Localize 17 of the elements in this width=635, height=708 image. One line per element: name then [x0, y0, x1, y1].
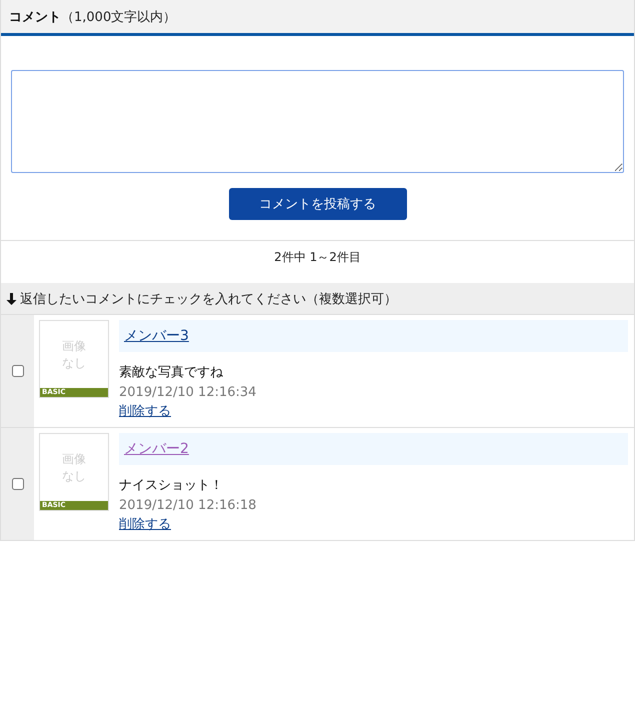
comment-text: 素敵な写真ですね — [119, 364, 224, 382]
member-link[interactable]: メンバー2 — [124, 440, 189, 458]
section-title: コメント — [9, 8, 61, 26]
post-comment-button[interactable]: コメントを投稿する — [228, 188, 406, 220]
reply-checkbox[interactable] — [12, 478, 24, 490]
reply-instruction: 返信したいコメントにチェックを入れてください（複数選択可） — [20, 290, 397, 308]
comment-input-field[interactable] — [11, 70, 624, 173]
down-arrow-icon — [6, 292, 17, 304]
character-limit-note: （1,000文字以内） — [61, 8, 176, 26]
comment-date: 2019/12/10 12:16:18 — [119, 497, 258, 515]
reply-checkbox[interactable] — [12, 365, 24, 377]
delete-link[interactable]: 削除する — [119, 403, 171, 421]
result-count: 2件中 1～2件目 — [274, 250, 361, 264]
comment-text: ナイスショット！ — [119, 477, 224, 495]
comment-date: 2019/12/10 12:16:34 — [119, 384, 258, 402]
delete-link[interactable]: 削除する — [119, 516, 171, 534]
member-link[interactable]: メンバー3 — [124, 327, 189, 345]
